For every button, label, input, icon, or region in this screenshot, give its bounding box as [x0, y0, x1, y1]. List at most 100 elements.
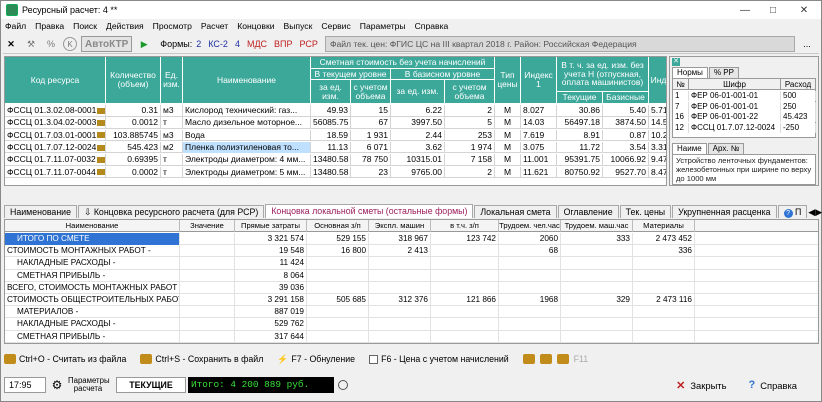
ending-cell-v[interactable]: [180, 281, 235, 294]
percent-icon[interactable]: %: [43, 36, 59, 52]
ending-row[interactable]: СМЕТНАЯ ПРИБЫЛЬ - 8 064: [5, 269, 818, 282]
form-vpr-link[interactable]: ВПР: [274, 36, 292, 52]
ecol-labor-mach[interactable]: Трудоем. маш.час: [561, 220, 633, 232]
resource-cell-incl_base[interactable]: 10066.92: [603, 154, 649, 166]
ending-cell-vz[interactable]: [431, 318, 499, 331]
resource-cell-qty[interactable]: 103.885745: [106, 129, 161, 142]
ending-cell-tc[interactable]: [499, 257, 561, 270]
col-index[interactable]: Индекс 1: [521, 57, 557, 104]
resource-cell-extra[interactable]: 5.715: [649, 105, 666, 117]
col-incl-base[interactable]: Базисные: [603, 92, 649, 104]
ending-cell-name[interactable]: СТОИМОСТЬ ОБЩЕСТРОИТЕЛЬНЫХ РАБОТ -: [5, 294, 180, 307]
col-base-vol[interactable]: с учетом объема: [445, 80, 495, 104]
resource-cell-cur_unit[interactable]: 11.13: [311, 141, 351, 154]
ending-cell-tm[interactable]: [561, 245, 633, 258]
tools-icon[interactable]: ⚒: [23, 36, 39, 52]
resource-cell-cur_vol[interactable]: 67: [351, 117, 391, 129]
norms-cell-n[interactable]: 1: [673, 91, 689, 101]
col-cur-vol[interactable]: с учетом объема: [351, 80, 391, 104]
form-4-link[interactable]: 4: [235, 36, 240, 52]
menu-actions[interactable]: Действия: [106, 21, 144, 31]
resource-cell-base_unit[interactable]: 9765.00: [391, 166, 445, 178]
ending-cell-vz[interactable]: [431, 330, 499, 343]
read-file-button[interactable]: Ctrl+O - Считать из файла: [4, 354, 126, 364]
resource-cell-code[interactable]: ФССЦ 01.3.04.02-0003: [5, 117, 106, 129]
norms-cell-n[interactable]: 12: [673, 122, 689, 133]
resource-row[interactable]: ФССЦ 01.7.11.07-0044 0.0002 т Электроды диа…: [5, 166, 666, 179]
resource-cell-code[interactable]: ФССЦ 01.7.03.01-0001: [5, 129, 106, 142]
menu-calc[interactable]: Расчет: [201, 21, 228, 31]
ending-cell-pz[interactable]: 3 291 158: [235, 294, 307, 307]
ending-cell-oz[interactable]: [307, 269, 369, 282]
resource-cell-unit[interactable]: м2: [161, 141, 183, 154]
ending-cell-oz[interactable]: [307, 318, 369, 331]
tab-name[interactable]: Наиме: [672, 143, 707, 154]
col-base-unit[interactable]: за ед. изм.: [391, 80, 445, 104]
maximize-icon[interactable]: □: [759, 1, 787, 19]
ending-row[interactable]: МАТЕРИАЛОВ - 887 019: [5, 306, 818, 319]
ending-cell-name[interactable]: ИТОГО ПО СМЕТЕ: [5, 233, 180, 246]
ending-cell-tm[interactable]: [561, 330, 633, 343]
resource-cell-index[interactable]: 7.619: [521, 129, 557, 142]
ending-cell-em[interactable]: [369, 269, 431, 282]
resource-cell-incl_cur[interactable]: 30.86: [557, 105, 603, 117]
resource-row[interactable]: ФССЦ 01.3.02.08-0001 0.31 м3 Кислород техни…: [5, 105, 666, 117]
menu-file[interactable]: Файл: [5, 21, 26, 31]
resource-cell-incl_cur[interactable]: 11.72: [557, 141, 603, 154]
resource-cell-qty[interactable]: 545.423: [106, 141, 161, 154]
tab-local-estimate[interactable]: Локальная смета: [474, 205, 557, 218]
ending-cell-vz[interactable]: [431, 306, 499, 319]
ending-cell-oz[interactable]: [307, 281, 369, 294]
help-button[interactable]: ? Справка: [748, 379, 797, 391]
resource-cell-index[interactable]: 11.001: [521, 154, 557, 166]
resource-cell-cur_unit[interactable]: 49.93: [311, 105, 351, 117]
ending-cell-tc[interactable]: [499, 330, 561, 343]
resource-cell-cur_unit[interactable]: 13480.58: [311, 166, 351, 178]
ending-cell-v[interactable]: [180, 269, 235, 282]
ending-cell-em[interactable]: 312 376: [369, 294, 431, 307]
resource-cell-incl_base[interactable]: 0.87: [603, 129, 649, 142]
ecol-salary[interactable]: Основная з/п: [307, 220, 369, 232]
menu-endings[interactable]: Концовки: [237, 21, 274, 31]
norms-cell-code[interactable]: ФССЦ 01.7.07.12-0024: [689, 122, 781, 133]
norms-cell-value[interactable]: -250: [781, 122, 816, 133]
ending-cell-em[interactable]: [369, 257, 431, 270]
ending-cell-mat[interactable]: [633, 281, 695, 294]
col-incl-current[interactable]: Текущие: [557, 92, 603, 104]
ending-row[interactable]: ВСЕГО, СТОИМОСТЬ МОНТАЖНЫХ РАБОТ - 39 036: [5, 281, 818, 294]
resource-cell-code[interactable]: ФССЦ 01.7.07.12-0024: [5, 141, 106, 154]
ending-cell-oz[interactable]: 505 685: [307, 294, 369, 307]
ending-cell-pz[interactable]: 317 644: [235, 330, 307, 343]
resource-cell-extra[interactable]: 8.475: [649, 167, 666, 179]
menu-service[interactable]: Сервис: [321, 21, 350, 31]
ending-cell-vz[interactable]: [431, 281, 499, 294]
tab-resource-ending[interactable]: ⇩ Концовка ресурсного расчета (для РСР): [77, 205, 265, 218]
resource-cell-extra[interactable]: 3.311: [649, 142, 666, 154]
ecol-labor-man[interactable]: Трудоем. чел.час: [499, 220, 561, 232]
ending-cell-pz[interactable]: 887 019: [235, 306, 307, 319]
resource-cell-base_vol[interactable]: 1 974: [445, 141, 495, 154]
ending-cell-oz[interactable]: [307, 330, 369, 343]
ending-cell-mat[interactable]: [633, 269, 695, 282]
resource-cell-index[interactable]: 3.075: [521, 141, 557, 154]
norms-cell-value[interactable]: 45.423: [781, 112, 816, 122]
minimize-icon[interactable]: —: [731, 1, 759, 19]
price-with-charges-checkbox[interactable]: F6 - Цена с учетом начислений: [369, 354, 509, 364]
resource-cell-extra[interactable]: 9.476: [649, 154, 666, 166]
resource-cell-incl_base[interactable]: 3.54: [603, 141, 649, 154]
resource-cell-type[interactable]: М: [495, 166, 521, 178]
ending-cell-tc[interactable]: [499, 306, 561, 319]
ending-cell-tm[interactable]: [561, 281, 633, 294]
resource-cell-cur_vol[interactable]: 15: [351, 105, 391, 117]
ending-cell-tc[interactable]: 68: [499, 245, 561, 258]
resource-cell-incl_base[interactable]: 9527.70: [603, 166, 649, 178]
tab-pct-rr[interactable]: % РР: [708, 67, 739, 78]
col-cur-unit[interactable]: за ед. изм.: [311, 80, 351, 104]
ending-row[interactable]: СТОИМОСТЬ МОНТАЖНЫХ РАБОТ - 19 548 16 800 2…: [5, 245, 818, 258]
ending-cell-mat[interactable]: 336: [633, 245, 695, 258]
tab-naimenovanie[interactable]: Наименование: [4, 205, 77, 218]
ending-cell-vz[interactable]: 121 866: [431, 294, 499, 307]
resource-cell-cur_vol[interactable]: 6 071: [351, 141, 391, 154]
ending-cell-pz[interactable]: 19 548: [235, 245, 307, 258]
ending-cell-oz[interactable]: [307, 306, 369, 319]
